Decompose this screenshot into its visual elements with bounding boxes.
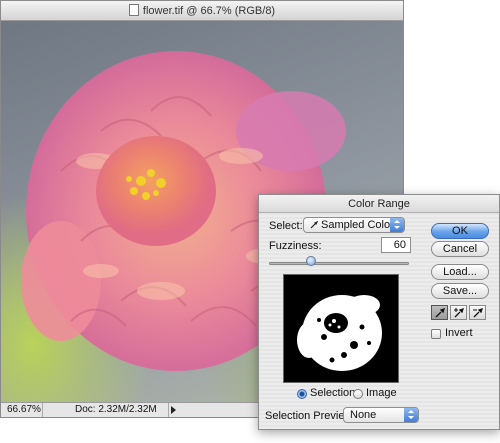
chevron-updown-icon [390,218,404,232]
selection-preview-label: Selection Preview: [265,410,356,422]
cancel-button[interactable]: Cancel [431,241,489,257]
invert-label: Invert [445,327,473,339]
document-size-info: Doc: 2.32M/2.32M [61,403,169,417]
zoom-field[interactable]: 66.67% [5,403,43,417]
selection-preview-value: None [350,409,377,421]
selection-preview-popup[interactable]: None [343,407,419,423]
selection-mask-image [297,295,382,371]
load-button[interactable]: Load... [431,264,489,280]
document-titlebar[interactable]: flower.tif @ 66.7% (RGB/8) [1,1,403,21]
eyedropper-minus-icon [473,307,484,318]
eyedropper-tool-button[interactable] [431,305,448,320]
select-label: Select: [269,220,303,232]
eyedropper-icon [310,221,318,229]
selection-radio[interactable] [297,389,307,399]
select-value: Sampled Colors [321,219,400,231]
color-range-dialog: Color Range Select: Sampled Colors OK Ca… [258,194,500,430]
fuzziness-slider-track[interactable] [269,262,409,265]
save-button[interactable]: Save... [431,283,489,299]
eyedropper-plus-tool-button[interactable] [450,305,467,320]
eyedropper-icon [435,307,446,318]
selection-preview-thumbnail[interactable] [283,274,399,383]
image-radio-label: Image [366,387,397,399]
dialog-title[interactable]: Color Range [259,195,499,213]
image-radio[interactable] [353,389,363,399]
chevron-updown-icon [404,408,418,422]
document-title: flower.tif @ 66.7% (RGB/8) [142,5,276,17]
select-popup[interactable]: Sampled Colors [303,217,405,233]
eyedropper-plus-icon [454,307,465,318]
fuzziness-label: Fuzziness: [269,240,322,252]
fuzziness-input[interactable]: 60 [381,237,411,253]
selection-radio-label: Selection [310,387,356,399]
ok-button[interactable]: OK [431,223,489,239]
eyedropper-minus-tool-button[interactable] [469,305,486,320]
invert-checkbox[interactable] [431,329,441,339]
fuzziness-slider-thumb[interactable] [306,256,316,266]
document-icon [128,4,139,16]
triangle-right-icon[interactable] [171,406,176,414]
